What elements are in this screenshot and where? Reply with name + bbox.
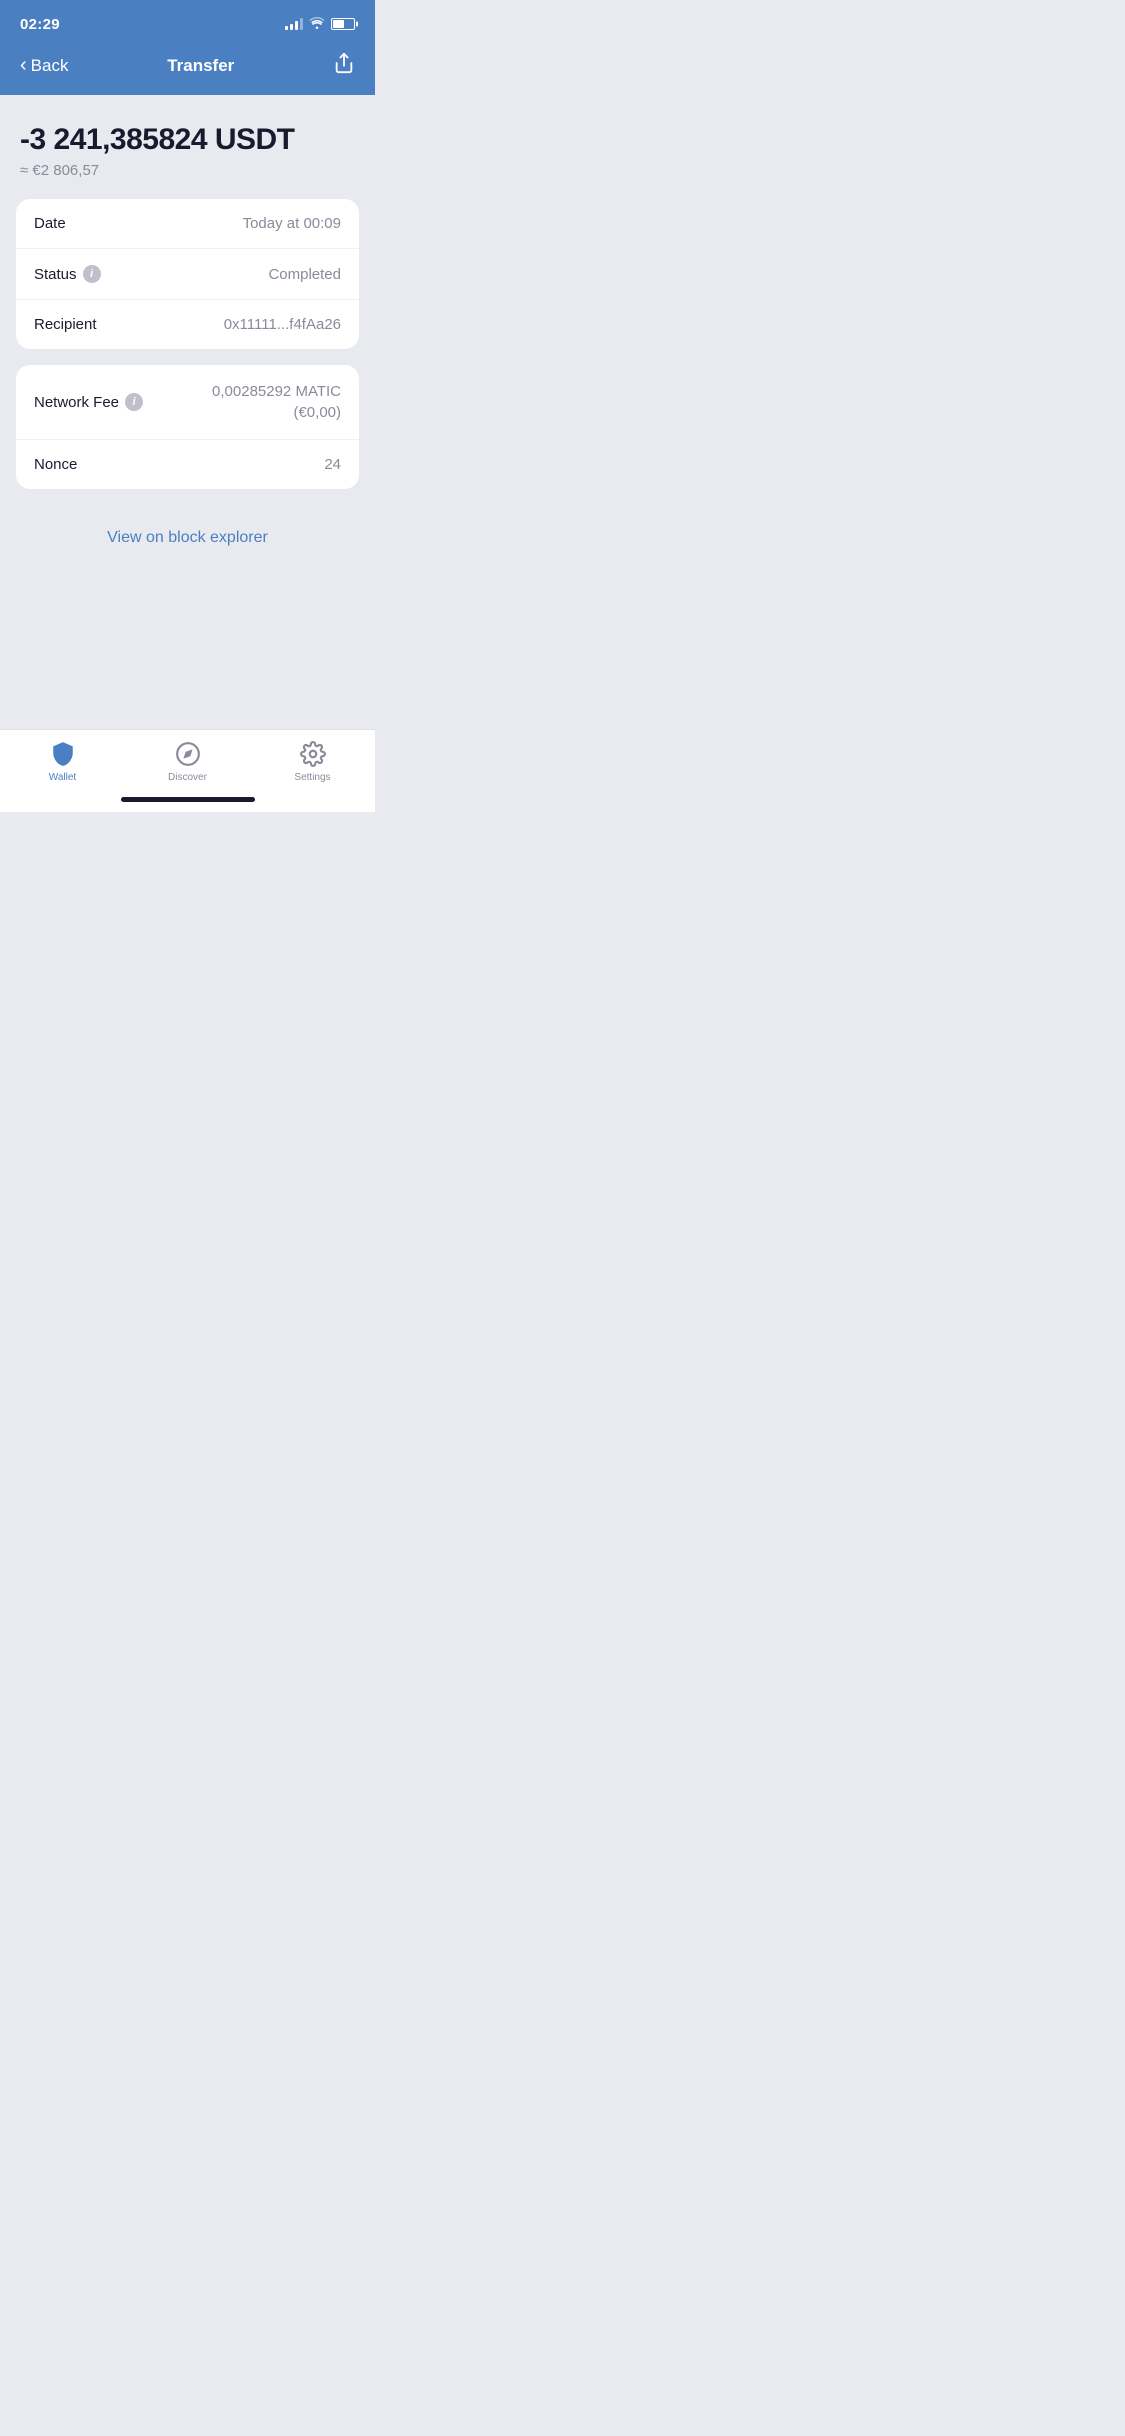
recipient-row: Recipient 0x11111...f4fAa26 — [16, 300, 359, 349]
discover-tab-icon — [174, 740, 202, 768]
share-button[interactable] — [333, 52, 355, 79]
wifi-icon — [309, 17, 325, 32]
settings-tab-icon — [299, 740, 327, 768]
battery-icon — [331, 18, 355, 30]
wallet-tab-label: Wallet — [49, 772, 76, 783]
home-indicator — [0, 789, 375, 812]
status-bar: 02:29 — [0, 0, 375, 44]
nonce-label: Nonce — [34, 456, 77, 473]
explorer-link[interactable]: View on block explorer — [107, 529, 268, 546]
nav-bar: ‹ Back Transfer — [0, 44, 375, 95]
nonce-value: 24 — [324, 456, 341, 473]
wallet-tab-icon — [49, 740, 77, 768]
date-row: Date Today at 00:09 — [16, 199, 359, 249]
tab-wallet[interactable]: Wallet — [0, 740, 125, 783]
amount-section: -3 241,385824 USDT ≈ €2 806,57 — [0, 95, 375, 199]
network-fee-value: 0,00285292 MATIC (€0,00) — [212, 381, 341, 423]
home-bar — [121, 797, 255, 802]
tab-discover[interactable]: Discover — [125, 740, 250, 783]
status-row: Status i Completed — [16, 249, 359, 300]
date-value: Today at 00:09 — [243, 215, 341, 232]
nonce-row: Nonce 24 — [16, 440, 359, 489]
recipient-value: 0x11111...f4fAa26 — [224, 316, 341, 333]
status-info-icon[interactable]: i — [83, 265, 101, 283]
status-value: Completed — [268, 266, 341, 283]
amount-secondary: ≈ €2 806,57 — [20, 162, 355, 179]
back-chevron-icon: ‹ — [20, 55, 27, 75]
recipient-label: Recipient — [34, 316, 97, 333]
date-label: Date — [34, 215, 66, 232]
network-fee-row: Network Fee i 0,00285292 MATIC (€0,00) — [16, 365, 359, 440]
tab-settings[interactable]: Settings — [250, 740, 375, 783]
status-icons — [285, 17, 355, 32]
amount-primary: -3 241,385824 USDT — [20, 123, 355, 156]
transaction-details-card: Date Today at 00:09 Status i Completed R… — [16, 199, 359, 349]
back-label: Back — [31, 56, 69, 76]
tab-bar: Wallet Discover Settings — [0, 729, 375, 789]
back-button[interactable]: ‹ Back — [20, 56, 68, 76]
status-label: Status i — [34, 265, 101, 283]
signal-icon — [285, 18, 303, 30]
discover-tab-label: Discover — [168, 772, 207, 783]
network-fee-label: Network Fee i — [34, 393, 143, 411]
explorer-link-section: View on block explorer — [0, 505, 375, 571]
fee-details-card: Network Fee i 0,00285292 MATIC (€0,00) N… — [16, 365, 359, 489]
status-time: 02:29 — [20, 16, 60, 33]
fee-info-icon[interactable]: i — [125, 393, 143, 411]
settings-tab-label: Settings — [294, 772, 330, 783]
page-title: Transfer — [167, 56, 234, 76]
